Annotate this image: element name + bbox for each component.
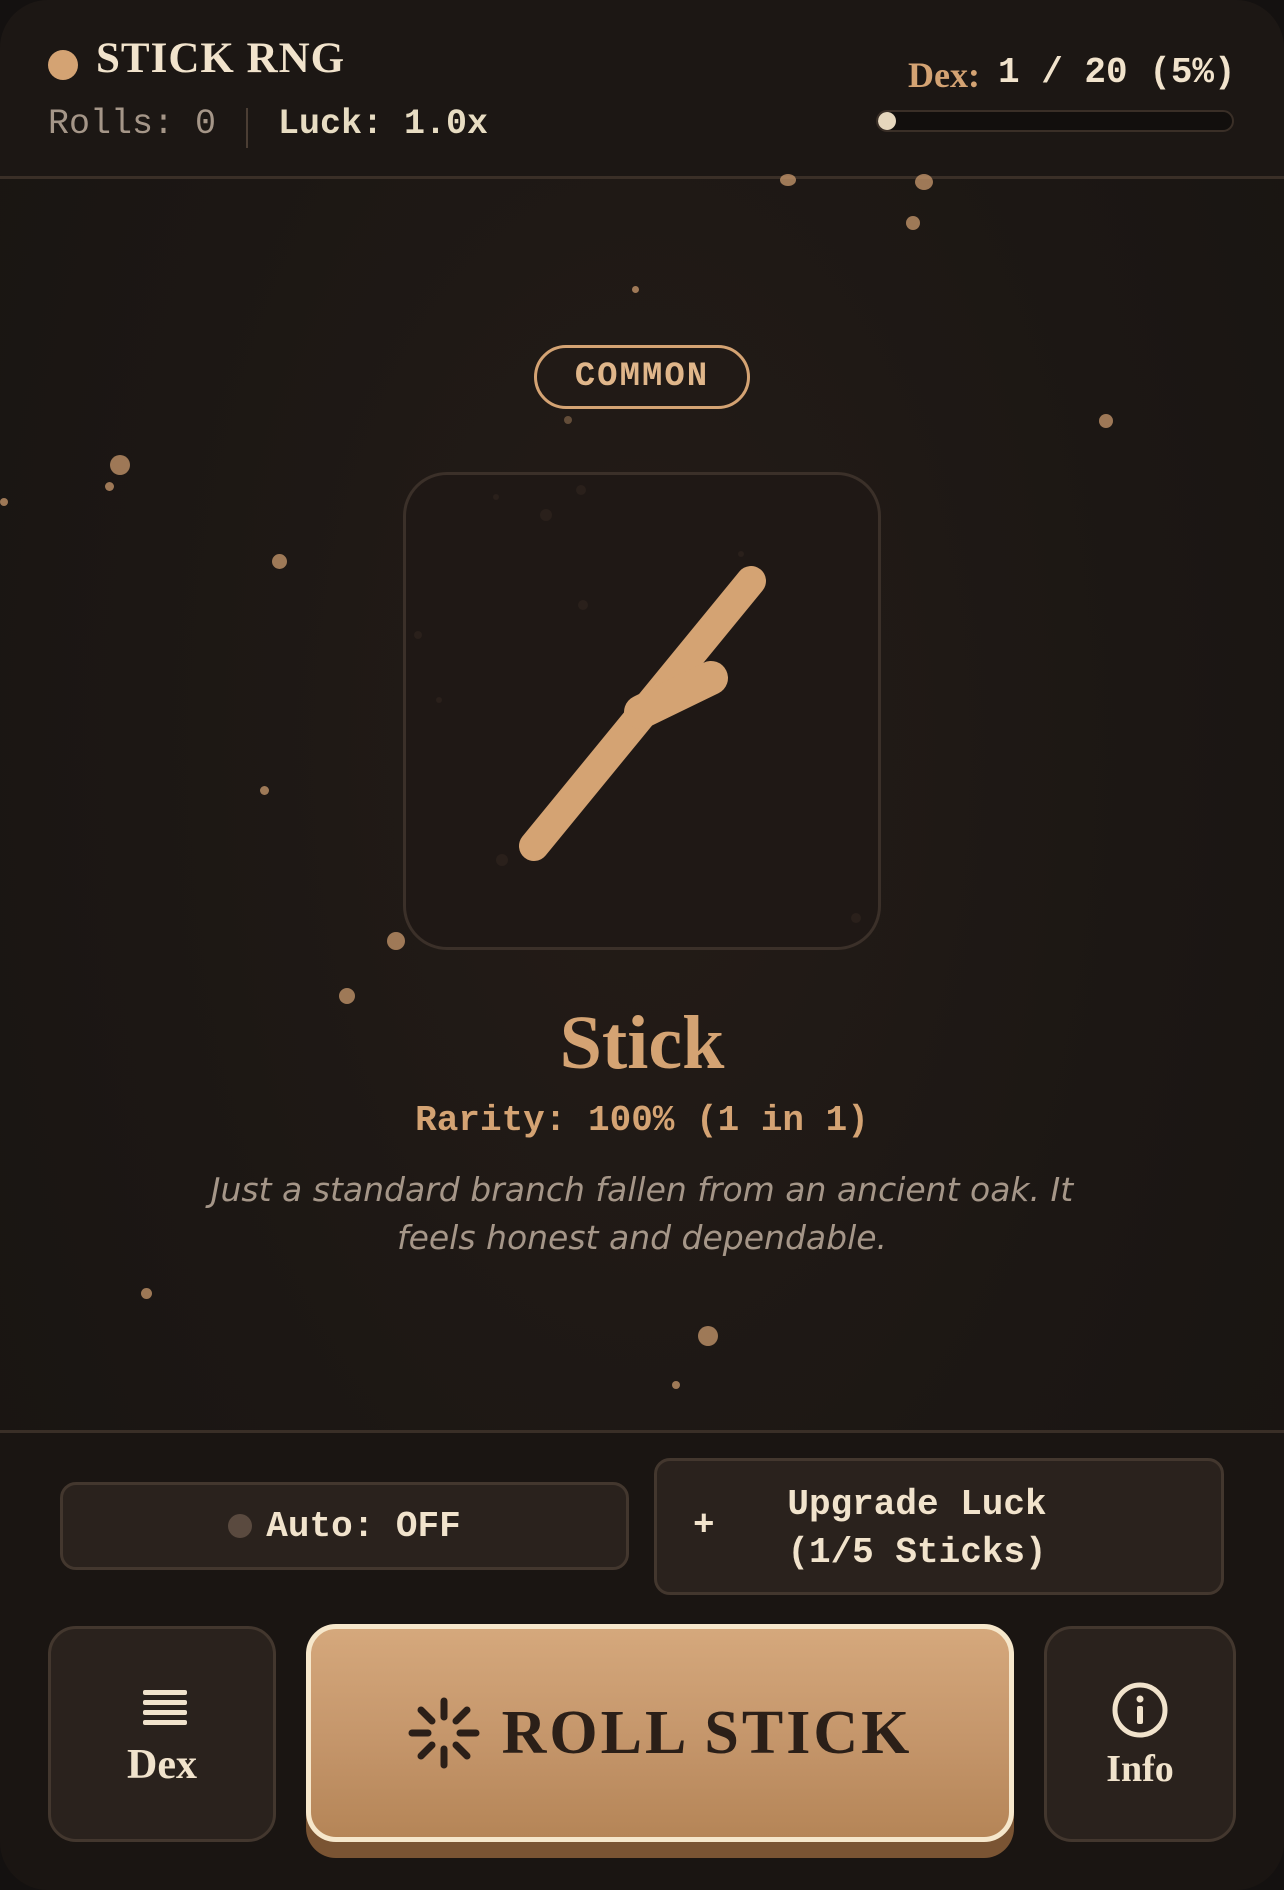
luck-multiplier: Luck: 1.0x <box>278 104 489 144</box>
dex-label: Dex: <box>908 55 980 95</box>
particle <box>698 1326 718 1346</box>
sparkle-icon <box>408 1697 480 1769</box>
auto-status-dot <box>228 1514 253 1538</box>
upgrade-luck-button[interactable]: + Upgrade Luck (1/5 Sticks) <box>654 1458 1224 1595</box>
particle <box>632 286 639 293</box>
item-rarity: Rarity: 100% (1 in 1) <box>415 1100 869 1141</box>
dex-progress-value: 1 / 20 (5%) <box>998 52 1236 93</box>
particle <box>110 455 130 475</box>
dex-progress-fill <box>878 112 896 130</box>
stat-divider <box>246 108 248 148</box>
dex-progress-bar <box>876 110 1234 132</box>
rarity-badge: COMMON <box>534 345 750 409</box>
particle <box>564 416 572 424</box>
particle <box>915 174 933 190</box>
item-card <box>403 472 881 950</box>
particle <box>141 1288 152 1299</box>
upgrade-luck-label: Upgrade Luck (1/5 Sticks) <box>787 1484 1047 1573</box>
particle <box>387 932 405 950</box>
particle <box>105 482 114 491</box>
header: STICK RNG Rolls: 0 Luck: 1.0x Dex: 1 / 2… <box>0 0 1284 179</box>
app-title: STICK RNG <box>96 35 346 82</box>
plus-icon: + <box>693 1505 715 1546</box>
particle <box>780 174 796 186</box>
roll-button-label: ROLL STICK <box>501 1698 913 1767</box>
auto-roll-label: Auto: OFF <box>266 1505 461 1547</box>
bottom-divider <box>0 1430 1284 1433</box>
particle <box>260 786 269 795</box>
item-description: Just a standard branch fallen from an an… <box>210 1170 1074 1257</box>
dex-button-label: Dex <box>127 1742 197 1788</box>
particle <box>272 554 287 569</box>
roll-stick-button[interactable]: ROLL STICK <box>306 1624 1014 1842</box>
status-dot <box>48 50 78 80</box>
stick-icon <box>414 485 861 923</box>
particle <box>1099 414 1113 428</box>
rolls-counter: Rolls: 0 <box>48 104 217 144</box>
info-icon <box>1112 1682 1168 1738</box>
list-icon <box>143 1690 187 1725</box>
info-button-label: Info <box>1106 1748 1174 1790</box>
app-window: STICK RNG Rolls: 0 Luck: 1.0x Dex: 1 / 2… <box>0 0 1284 1890</box>
dex-button[interactable]: Dex <box>48 1626 276 1842</box>
auto-roll-toggle[interactable]: Auto: OFF <box>60 1482 629 1570</box>
particle <box>906 216 920 230</box>
particle <box>672 1381 680 1389</box>
particle <box>0 498 8 506</box>
info-button[interactable]: Info <box>1044 1626 1236 1842</box>
item-name: Stick <box>559 1001 725 1085</box>
